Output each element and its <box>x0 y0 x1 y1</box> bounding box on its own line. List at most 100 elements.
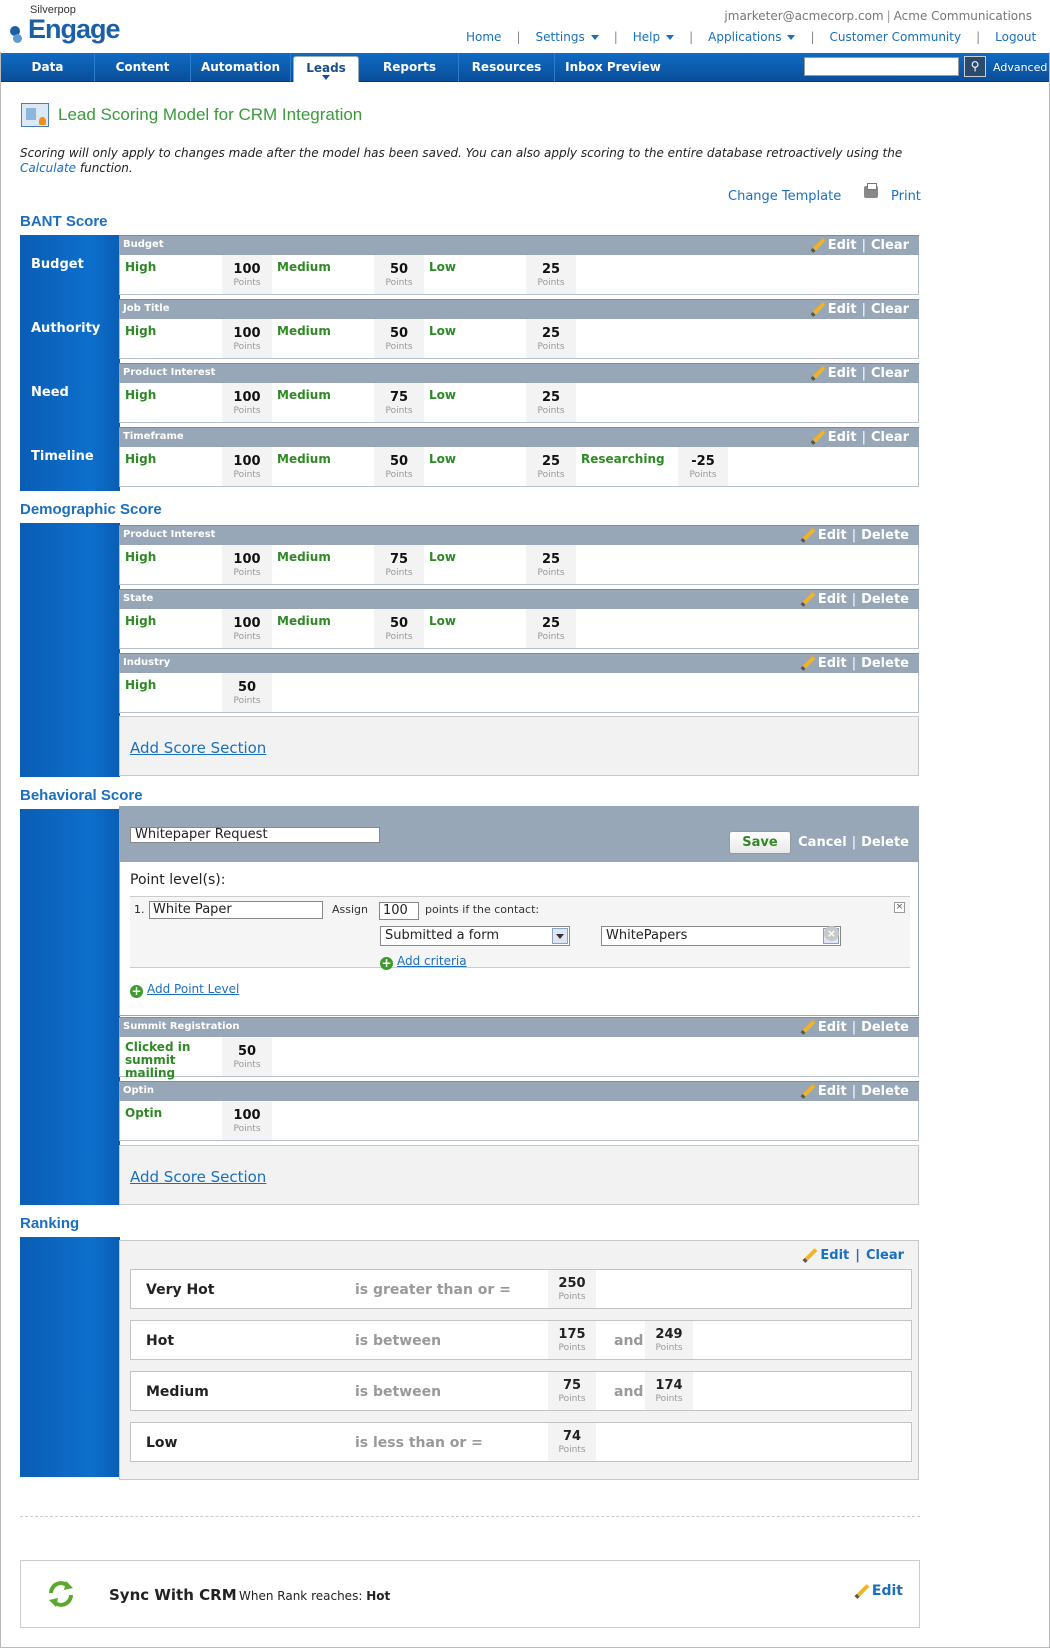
behavioral-add-section: Add Score Section <box>119 1145 919 1205</box>
edit-button[interactable]: Edit <box>801 1020 847 1035</box>
demographic-add-section: Add Score Section <box>119 716 919 776</box>
points-unit: Points <box>233 1060 261 1070</box>
delete-button[interactable]: Delete <box>861 835 909 850</box>
tab-reports[interactable]: Reports <box>361 53 459 82</box>
calculate-link[interactable]: Calculate <box>20 161 76 175</box>
cancel-button[interactable]: Cancel <box>798 835 847 850</box>
search-input[interactable] <box>804 57 959 76</box>
points-value: 175 <box>558 1327 586 1342</box>
rank-threshold-upper: 174 Points <box>645 1372 693 1410</box>
level-name: Medium <box>277 452 331 466</box>
delete-button[interactable]: Delete <box>861 528 909 543</box>
section-name-input[interactable]: Whitepaper Request <box>130 827 380 843</box>
score-row-actions: Edit | Delete <box>801 656 909 671</box>
score-row-header: Optin Edit | Delete <box>119 1081 919 1101</box>
score-row-levels: High 100 Points Medium 50 Points Low 25 Points Re… <box>119 447 919 487</box>
applications-link[interactable]: Applications <box>708 30 796 44</box>
home-link[interactable]: Home <box>466 30 501 44</box>
score-row-name: Budget <box>123 239 164 250</box>
criteria-action-select[interactable]: Submitted a form <box>380 926 570 946</box>
delete-button[interactable]: Delete <box>861 1020 909 1035</box>
settings-link[interactable]: Settings <box>535 30 599 44</box>
assign-points-input[interactable]: 100 <box>379 902 419 920</box>
sync-when-label: When Rank reaches: <box>239 1589 363 1603</box>
points-unit: Points <box>233 406 261 416</box>
points-value: 100 <box>233 1108 261 1123</box>
print-link[interactable]: Print <box>891 189 921 204</box>
points-unit: Points <box>233 342 261 352</box>
edit-button[interactable]: Edit <box>811 430 857 445</box>
rank-operator: is between <box>355 1384 442 1400</box>
criteria-target-select[interactable]: WhitePapers <box>601 926 841 946</box>
logout-link[interactable]: Logout <box>995 30 1036 44</box>
pencil-icon <box>801 1020 814 1033</box>
clear-button[interactable]: Clear <box>871 366 909 381</box>
ranking-sidebar <box>20 1237 120 1477</box>
score-level: Optin 100 Points <box>120 1101 272 1140</box>
score-row-actions: Edit | Delete <box>801 1084 909 1099</box>
tab-inbox-preview[interactable]: Inbox Preview <box>555 53 671 82</box>
clear-button[interactable]: Clear <box>871 430 909 445</box>
score-level: Researching -25 Points <box>576 447 728 486</box>
points-value: 74 <box>562 1429 582 1444</box>
score-level: Low 25 Points <box>424 447 576 486</box>
advanced-search-link[interactable]: Advanced <box>993 53 1047 82</box>
rank-threshold: 75 Points <box>548 1372 596 1410</box>
sync-edit-button[interactable]: Edit <box>855 1583 903 1599</box>
separator: | <box>851 592 857 607</box>
customer-community-link[interactable]: Customer Community <box>830 30 962 44</box>
score-row-name: Product Interest <box>123 529 216 540</box>
change-template-link[interactable]: Change Template <box>728 189 841 204</box>
search-icon[interactable]: ⚲ <box>964 56 986 77</box>
points-unit: Points <box>233 470 261 480</box>
clear-button[interactable]: Clear <box>871 302 909 317</box>
ranking-clear-button[interactable]: Clear <box>866 1248 904 1263</box>
clear-button[interactable]: Clear <box>871 238 909 253</box>
level-points: 25 Points <box>526 609 576 648</box>
edit-button[interactable]: Edit <box>811 238 857 253</box>
user-email: jmarketer@acmecorp.com <box>724 9 884 23</box>
points-value: 25 <box>541 262 561 277</box>
tab-content[interactable]: Content <box>95 53 191 82</box>
add-score-section-link[interactable]: Add Score Section <box>130 739 266 757</box>
edit-button[interactable]: Edit <box>801 528 847 543</box>
points-value: 50 <box>389 326 409 341</box>
points-unit: Points <box>233 1124 261 1134</box>
level-name: Researching <box>581 452 665 466</box>
tab-data[interactable]: Data <box>1 53 95 82</box>
edit-button[interactable]: Edit <box>811 366 857 381</box>
points-value: 50 <box>389 262 409 277</box>
add-point-level-link[interactable]: + Add Point Level <box>130 982 239 998</box>
score-level: High 100 Points <box>120 545 272 584</box>
add-score-section-link[interactable]: Add Score Section <box>130 1168 266 1186</box>
remove-criteria-icon[interactable]: × <box>824 926 839 941</box>
remove-level-icon[interactable]: × <box>894 902 905 913</box>
delete-button[interactable]: Delete <box>861 1084 909 1099</box>
tab-resources[interactable]: Resources <box>459 53 555 82</box>
printer-icon[interactable] <box>864 183 878 198</box>
edit-button[interactable]: Edit <box>801 1084 847 1099</box>
help-link[interactable]: Help <box>633 30 675 44</box>
separator: | <box>851 1084 857 1099</box>
ranking-edit-button[interactable]: Edit <box>803 1248 849 1263</box>
rank-name: Medium <box>146 1384 209 1400</box>
level-points: 25 Points <box>526 447 576 486</box>
level-name: Low <box>429 614 456 628</box>
separator: | <box>851 1020 857 1035</box>
points-unit: Points <box>233 568 261 578</box>
level-name-input[interactable]: White Paper <box>149 901 323 919</box>
level-points: 50 Points <box>374 447 424 486</box>
edit-button[interactable]: Edit <box>811 302 857 317</box>
level-name: Medium <box>277 388 331 402</box>
separator: | <box>861 238 866 253</box>
save-button[interactable]: Save <box>729 831 791 854</box>
delete-button[interactable]: Delete <box>861 656 909 671</box>
edit-button[interactable]: Edit <box>801 656 847 671</box>
add-criteria-link[interactable]: + Add criteria <box>380 954 467 970</box>
tab-automation[interactable]: Automation <box>191 53 291 82</box>
level-points: 75 Points <box>374 383 424 422</box>
rank-operator: is greater than or = <box>355 1282 511 1298</box>
tab-leads[interactable]: Leads <box>293 56 359 82</box>
edit-button[interactable]: Edit <box>801 592 847 607</box>
delete-button[interactable]: Delete <box>861 592 909 607</box>
